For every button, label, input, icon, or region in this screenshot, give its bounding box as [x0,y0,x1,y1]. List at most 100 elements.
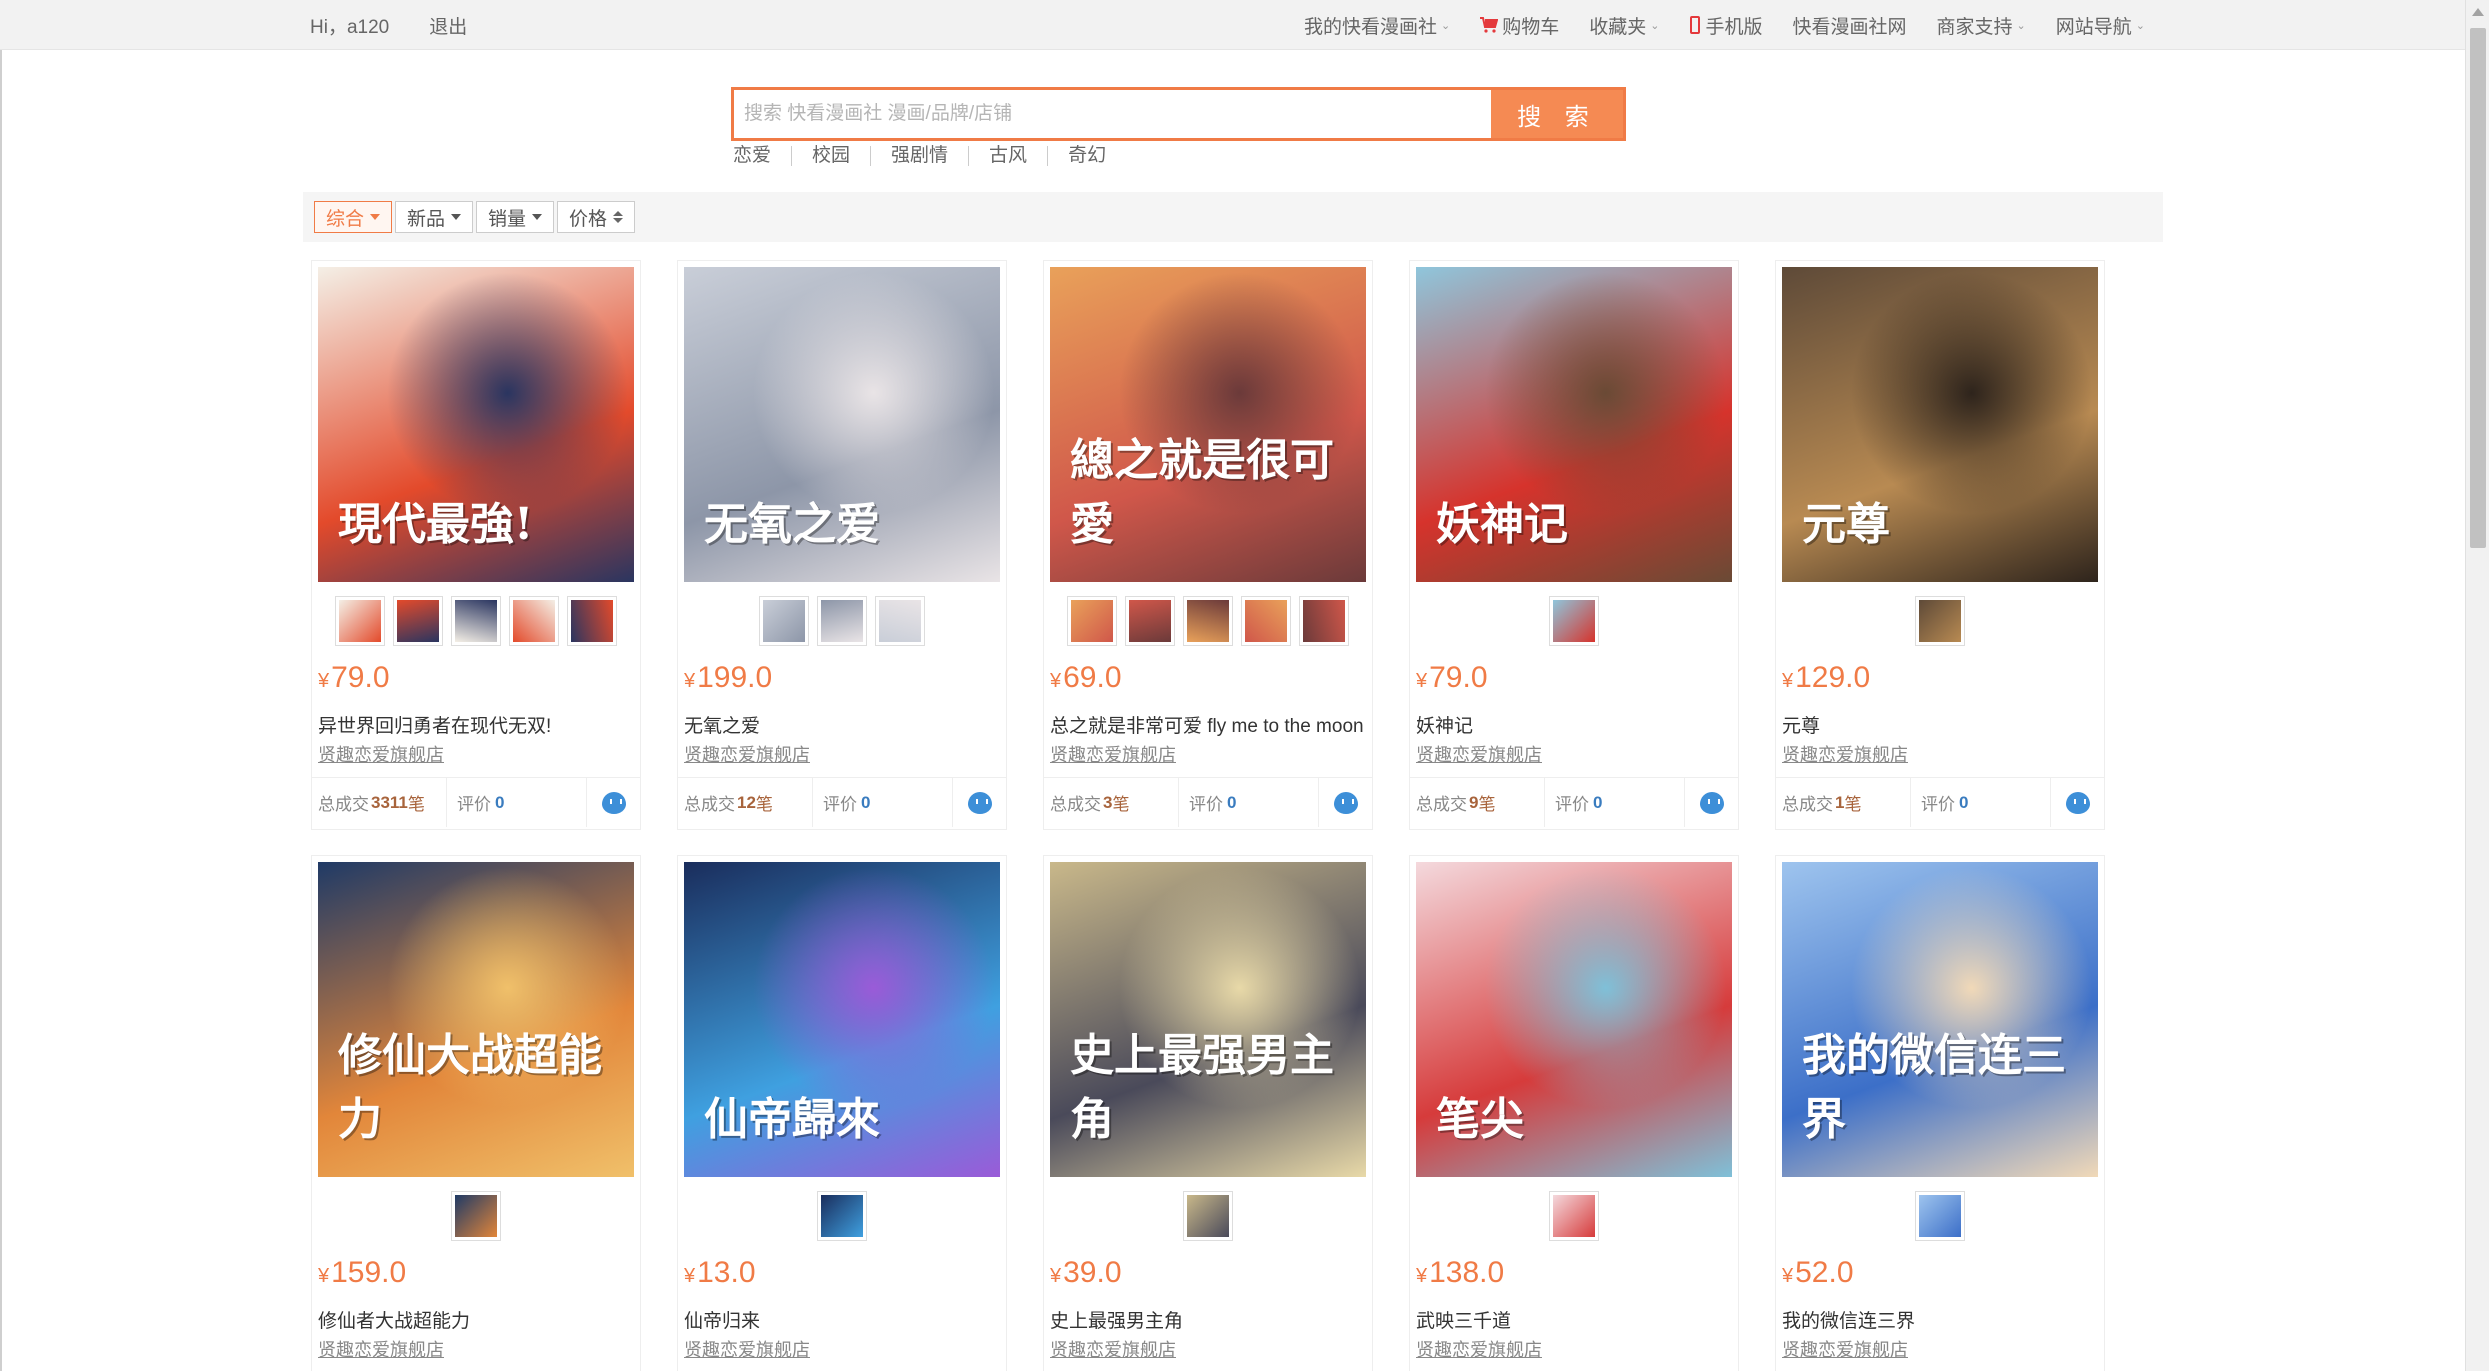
product-card[interactable]: 我的微信连三界 ¥52.0 我的微信连三界 贤趣恋爱旗舰店 [1775,855,2105,1371]
product-card[interactable]: 笔尖 ¥138.0 武映三千道 贤趣恋爱旗舰店 [1409,855,1739,1371]
chat-button[interactable] [587,778,640,827]
review-count[interactable]: 评价 0 [1179,778,1319,827]
product-thumbnail[interactable] [875,596,925,646]
top-nav-item[interactable]: 商家支持 ⌄ [1937,12,2026,39]
product-cover-image[interactable]: 修仙大战超能力 [318,862,634,1177]
product-thumbnail[interactable] [451,1191,501,1241]
product-card[interactable]: 无氧之爱 ¥199.0 无氧之爱 贤趣恋爱旗舰店 总成交 12 笔评价 0 [677,260,1007,830]
product-card[interactable]: 現代最強! ¥79.0 异世界回归勇者在现代无双! 贤趣恋爱旗舰店 总成交 3311 笔评价… [311,260,641,830]
chat-icon [1333,791,1358,814]
top-nav-item[interactable]: 手机版 [1689,12,1763,39]
hot-keyword-link[interactable]: 校园 [791,146,870,166]
product-name[interactable]: 修仙者大战超能力 [318,1306,634,1333]
product-card[interactable]: 元尊 ¥129.0 元尊 贤趣恋爱旗舰店 总成交 1 笔评价 0 [1775,260,2105,830]
product-thumbnail[interactable] [1549,1191,1599,1241]
total-sales-label: 总成交 [1416,795,1467,814]
product-thumbnail[interactable] [1183,596,1233,646]
product-thumbnail[interactable] [1125,596,1175,646]
review-count[interactable]: 评价 0 [1911,778,2051,827]
hot-keyword-link[interactable]: 奇幻 [1047,146,1126,166]
product-thumbnail[interactable] [759,596,809,646]
product-thumbnail[interactable] [567,596,617,646]
product-thumbnail[interactable] [1067,596,1117,646]
product-name[interactable]: 元尊 [1782,711,2098,738]
sort-new[interactable]: 新品 [395,201,473,233]
product-name[interactable]: 异世界回归勇者在现代无双! [318,711,634,738]
scroll-up-icon[interactable] [2472,8,2484,16]
product-thumbnail[interactable] [1915,1191,1965,1241]
product-cover-image[interactable]: 現代最強! [318,267,634,582]
product-thumbnail[interactable] [817,596,867,646]
product-thumbnail[interactable] [1299,596,1349,646]
top-nav-item[interactable]: 我的快看漫画社 ⌄ [1304,12,1450,39]
review-count[interactable]: 评价 0 [447,778,587,827]
product-cover-image[interactable]: 笔尖 [1416,862,1732,1177]
search-input[interactable] [734,90,1491,138]
product-thumbnail[interactable] [1549,596,1599,646]
chat-button[interactable] [953,778,1006,827]
thumbnail-strip [1776,1191,2104,1241]
sort-sales[interactable]: 销量 [476,201,554,233]
shop-link[interactable]: 贤趣恋爱旗舰店 [684,1336,810,1362]
product-thumbnail[interactable] [509,596,559,646]
shop-link[interactable]: 贤趣恋爱旗舰店 [1050,741,1176,767]
scrollbar-thumb[interactable] [2470,28,2486,548]
review-label: 评价 [1189,795,1223,814]
top-nav-item[interactable]: 快看漫画社网 [1793,12,1907,39]
shop-link[interactable]: 贤趣恋爱旗舰店 [1416,1336,1542,1362]
product-thumbnail[interactable] [1183,1191,1233,1241]
top-nav-item[interactable]: 收藏夹 ⌄ [1589,12,1659,39]
product-thumbnail[interactable] [817,1191,867,1241]
hot-keywords: 恋爱 校园 强剧情 古风 奇幻 [733,146,1126,166]
total-sales-label: 总成交 [318,795,369,814]
hot-keyword-link[interactable]: 古风 [968,146,1047,166]
chat-button[interactable] [2051,778,2104,827]
sales-count: 1 [1835,792,1845,812]
product-card[interactable]: 妖神记 ¥79.0 妖神记 贤趣恋爱旗舰店 总成交 9 笔评价 0 [1409,260,1739,830]
product-name[interactable]: 史上最强男主角 [1050,1306,1366,1333]
shop-link[interactable]: 贤趣恋爱旗舰店 [1782,1336,1908,1362]
review-count[interactable]: 评价 0 [1545,778,1685,827]
shop-link[interactable]: 贤趣恋爱旗舰店 [1782,741,1908,767]
product-card[interactable]: 史上最强男主角 ¥39.0 史上最强男主角 贤趣恋爱旗舰店 [1043,855,1373,1371]
vertical-scrollbar[interactable] [2465,0,2489,1371]
product-name[interactable]: 武映三千道 [1416,1306,1732,1333]
product-name[interactable]: 仙帝归来 [684,1306,1000,1333]
chat-button[interactable] [1319,778,1372,827]
product-thumbnail[interactable] [1241,596,1291,646]
logout-link[interactable]: 退出 [429,12,467,39]
product-thumbnail[interactable] [335,596,385,646]
chat-button[interactable] [1685,778,1738,827]
product-card[interactable]: 仙帝歸來 ¥13.0 仙帝归来 贤趣恋爱旗舰店 [677,855,1007,1371]
product-cover-image[interactable]: 元尊 [1782,267,2098,582]
product-name[interactable]: 总之就是非常可爱 fly me to the moon [1050,711,1366,738]
product-cover-image[interactable]: 无氧之爱 [684,267,1000,582]
review-count[interactable]: 评价 0 [813,778,953,827]
shop-link[interactable]: 贤趣恋爱旗舰店 [318,741,444,767]
product-thumbnail[interactable] [451,596,501,646]
product-name[interactable]: 妖神记 [1416,711,1732,738]
product-thumbnail[interactable] [1915,596,1965,646]
top-nav-item[interactable]: 购物车 [1480,12,1559,39]
top-nav-item[interactable]: 网站导航 ⌄ [2056,12,2145,39]
sort-price[interactable]: 价格 [557,201,635,233]
hot-keyword-link[interactable]: 强剧情 [870,146,968,166]
shop-link[interactable]: 贤趣恋爱旗舰店 [1416,741,1542,767]
product-cover-image[interactable]: 史上最强男主角 [1050,862,1366,1177]
product-thumbnail[interactable] [393,596,443,646]
product-cover-image[interactable]: 仙帝歸來 [684,862,1000,1177]
hot-keyword-link[interactable]: 恋爱 [733,146,791,166]
shop-link[interactable]: 贤趣恋爱旗舰店 [318,1336,444,1362]
search-button[interactable]: 搜 索 [1491,90,1623,138]
product-name[interactable]: 我的微信连三界 [1782,1306,2098,1333]
shop-link[interactable]: 贤趣恋爱旗舰店 [684,741,810,767]
sort-comprehensive[interactable]: 综合 [314,201,392,233]
total-sales: 总成交 9 笔 [1410,778,1545,827]
product-cover-image[interactable]: 總之就是很可愛 [1050,267,1366,582]
product-name[interactable]: 无氧之爱 [684,711,1000,738]
shop-link[interactable]: 贤趣恋爱旗舰店 [1050,1336,1176,1362]
product-card[interactable]: 修仙大战超能力 ¥159.0 修仙者大战超能力 贤趣恋爱旗舰店 [311,855,641,1371]
product-card[interactable]: 總之就是很可愛 ¥69.0 总之就是非常可爱 fly me to the moon 贤… [1043,260,1373,830]
product-cover-image[interactable]: 我的微信连三界 [1782,862,2098,1177]
product-cover-image[interactable]: 妖神记 [1416,267,1732,582]
